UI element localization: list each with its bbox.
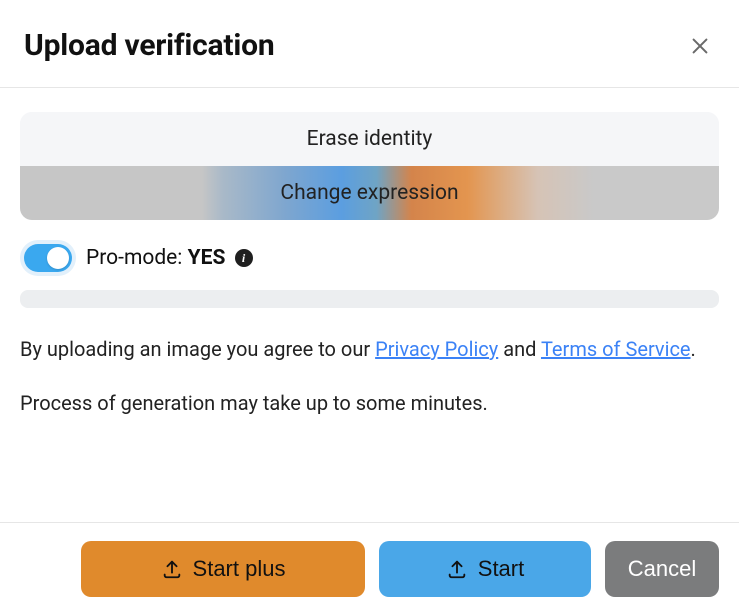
pro-mode-toggle-wrap: [20, 240, 76, 276]
start-plus-label: Start plus: [193, 556, 286, 582]
agreement-prefix: By uploading an image you agree to our: [20, 337, 375, 361]
cancel-button[interactable]: Cancel: [605, 541, 719, 597]
pro-mode-toggle[interactable]: [24, 244, 72, 272]
toggle-knob: [47, 247, 69, 269]
pro-mode-label: Pro-mode: YES i: [86, 246, 253, 270]
option-erase-identity[interactable]: Erase identity: [20, 112, 719, 166]
agreement-text: By uploading an image you agree to our P…: [20, 334, 719, 365]
processing-note: Process of generation may take up to som…: [20, 391, 719, 415]
dialog-header: Upload verification: [0, 0, 739, 88]
agreement-period: .: [691, 337, 696, 361]
option-change-expression[interactable]: Change expression: [20, 166, 719, 220]
upload-icon: [161, 558, 183, 580]
progress-bar: [20, 290, 719, 308]
mode-options: Erase identity Change expression: [20, 112, 719, 220]
info-icon[interactable]: i: [235, 249, 253, 267]
close-icon: [689, 35, 711, 57]
close-button[interactable]: [685, 31, 715, 61]
pro-mode-state: YES: [188, 246, 226, 270]
privacy-policy-link[interactable]: Privacy Policy: [375, 337, 498, 361]
agreement-and: and: [498, 337, 541, 361]
dialog-footer: Start plus Start Cancel: [0, 522, 739, 615]
start-plus-button[interactable]: Start plus: [81, 541, 365, 597]
dialog-title: Upload verification: [24, 28, 274, 63]
upload-icon: [446, 558, 468, 580]
option-erase-label: Erase identity: [307, 127, 433, 151]
start-button[interactable]: Start: [379, 541, 591, 597]
start-label: Start: [478, 556, 524, 582]
pro-mode-label-text: Pro-mode:: [86, 246, 182, 270]
terms-of-service-link[interactable]: Terms of Service: [541, 337, 691, 361]
option-change-label: Change expression: [280, 181, 458, 205]
cancel-label: Cancel: [628, 556, 696, 582]
